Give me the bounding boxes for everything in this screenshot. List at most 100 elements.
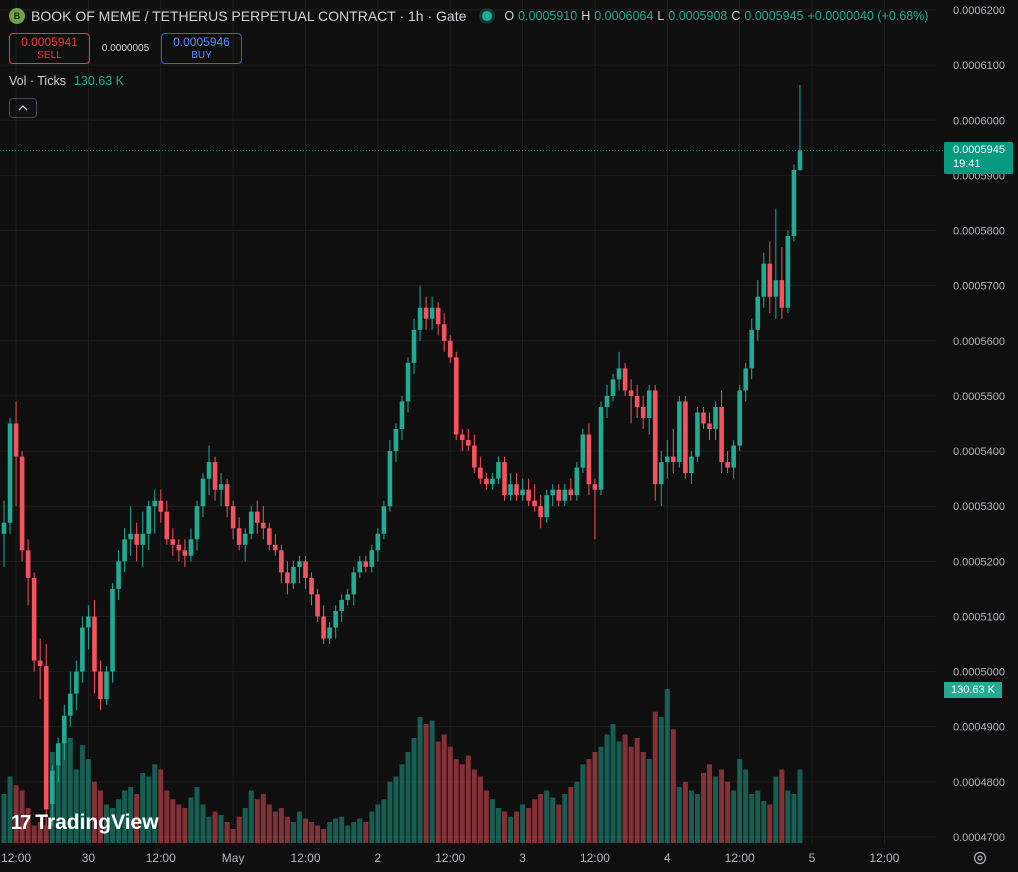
tradingview-logo[interactable]: 17 TradingView — [11, 811, 159, 835]
volume-bar — [296, 811, 302, 843]
time-tick-label: 2 — [375, 851, 382, 865]
time-tick-label: 12:00 — [869, 851, 899, 865]
candle — [610, 373, 616, 402]
last-price-badge: 0.0005945 19:41 — [944, 142, 1013, 174]
candle — [490, 473, 495, 490]
candle — [297, 555, 302, 584]
candle — [200, 473, 206, 518]
candle — [459, 429, 465, 452]
candle — [25, 539, 31, 606]
candle — [429, 296, 435, 330]
volume-bar — [471, 769, 477, 843]
volume-bar — [278, 808, 284, 843]
candle — [267, 522, 272, 551]
price-tick-label: 0.0006200 — [953, 5, 1005, 17]
candle — [285, 561, 290, 595]
price-tick-label: 0.0005100 — [953, 611, 1005, 623]
close-label: C — [731, 9, 741, 23]
candle — [634, 384, 640, 418]
volume-bar — [791, 794, 797, 843]
candle — [568, 478, 574, 501]
volume-bar — [489, 799, 495, 843]
volume-bar — [417, 717, 423, 843]
volume-bar — [755, 790, 761, 843]
volume-bar — [453, 759, 459, 843]
price-tick-label: 0.0005500 — [953, 391, 1005, 403]
time-tick-label: 12:00 — [1, 851, 31, 865]
candle — [689, 451, 694, 485]
candle — [544, 489, 549, 523]
time-tick-label: 12:00 — [290, 851, 320, 865]
time-tick-label: May — [222, 851, 245, 865]
candle — [683, 395, 688, 479]
volume-legend[interactable]: Vol · Ticks 130.63 K — [9, 74, 124, 88]
volume-bar — [230, 829, 236, 843]
candle — [194, 500, 200, 551]
symbol-logo-icon[interactable]: B — [9, 8, 25, 24]
candle — [773, 208, 779, 319]
high-value: 0.0006064 — [594, 9, 654, 23]
volume-bar — [725, 781, 731, 843]
volume-bar — [646, 759, 652, 843]
volume-bar — [423, 724, 429, 843]
volume-bar — [761, 801, 767, 843]
sell-button[interactable]: 0.0005941 SELL — [9, 33, 90, 64]
candle — [713, 401, 718, 441]
candle — [128, 506, 133, 556]
candle — [309, 572, 314, 606]
candle — [447, 335, 453, 363]
candle — [508, 473, 513, 501]
candle — [110, 583, 115, 683]
candle — [74, 660, 79, 711]
spread-value: 0.0000005 — [101, 43, 150, 54]
symbol-title[interactable]: BOOK OF MEME / TETHERUS PERPETUAL CONTRA… — [31, 8, 466, 24]
candle — [7, 417, 13, 534]
volume-bar — [459, 764, 465, 843]
candle — [315, 588, 320, 622]
candle — [68, 671, 73, 727]
volume-bar — [508, 816, 514, 843]
collapse-legend-button[interactable] — [9, 98, 37, 118]
volume-bar — [670, 729, 676, 843]
volume-bar — [321, 829, 327, 843]
volume-bar — [568, 787, 574, 843]
volume-bar — [435, 741, 441, 843]
buy-button[interactable]: 0.0005946 BUY — [161, 33, 242, 64]
open-label: O — [504, 9, 515, 23]
candle — [242, 528, 248, 562]
candle — [532, 484, 537, 512]
candle — [526, 478, 531, 507]
tradingview-wordmark: TradingView — [35, 811, 159, 834]
candle — [92, 599, 97, 694]
volume-bar — [272, 811, 278, 843]
candle — [417, 285, 423, 341]
market-status-icon[interactable] — [482, 11, 493, 21]
settings-gear-icon[interactable] — [971, 849, 989, 867]
volume-bar — [224, 822, 230, 843]
candle — [665, 440, 670, 479]
candle — [453, 351, 459, 441]
candle — [472, 434, 477, 474]
candle — [779, 247, 785, 319]
candle — [538, 495, 543, 529]
volume-bar — [405, 752, 411, 843]
buy-price: 0.0005946 — [173, 34, 230, 49]
price-chart[interactable]: 0.0004700 0.0004800 0.0004900 0.0005000 0.00… — [0, 0, 1018, 872]
candle — [43, 644, 49, 826]
candle — [514, 473, 519, 501]
volume-bar — [387, 781, 393, 843]
candle — [19, 451, 25, 562]
price-tick-label: 0.0005700 — [953, 281, 1005, 293]
candle — [381, 500, 387, 540]
candle — [254, 500, 260, 534]
price-axis[interactable]: 0.0004700 0.0004800 0.0004900 0.0005000 0.00… — [953, 5, 1005, 844]
grid-lines — [0, 0, 936, 845]
price-tick-label: 0.0005300 — [953, 501, 1005, 513]
candle — [556, 484, 562, 507]
volume-bar — [592, 752, 598, 843]
time-axis[interactable]: 12:00 30 12:00 May 12:00 2 12:00 3 12:00 4 12:00 5 1… — [1, 851, 900, 865]
volume-bar — [483, 790, 489, 843]
time-tick-label: 12:00 — [580, 851, 610, 865]
candle — [580, 429, 586, 474]
candle — [791, 164, 797, 242]
